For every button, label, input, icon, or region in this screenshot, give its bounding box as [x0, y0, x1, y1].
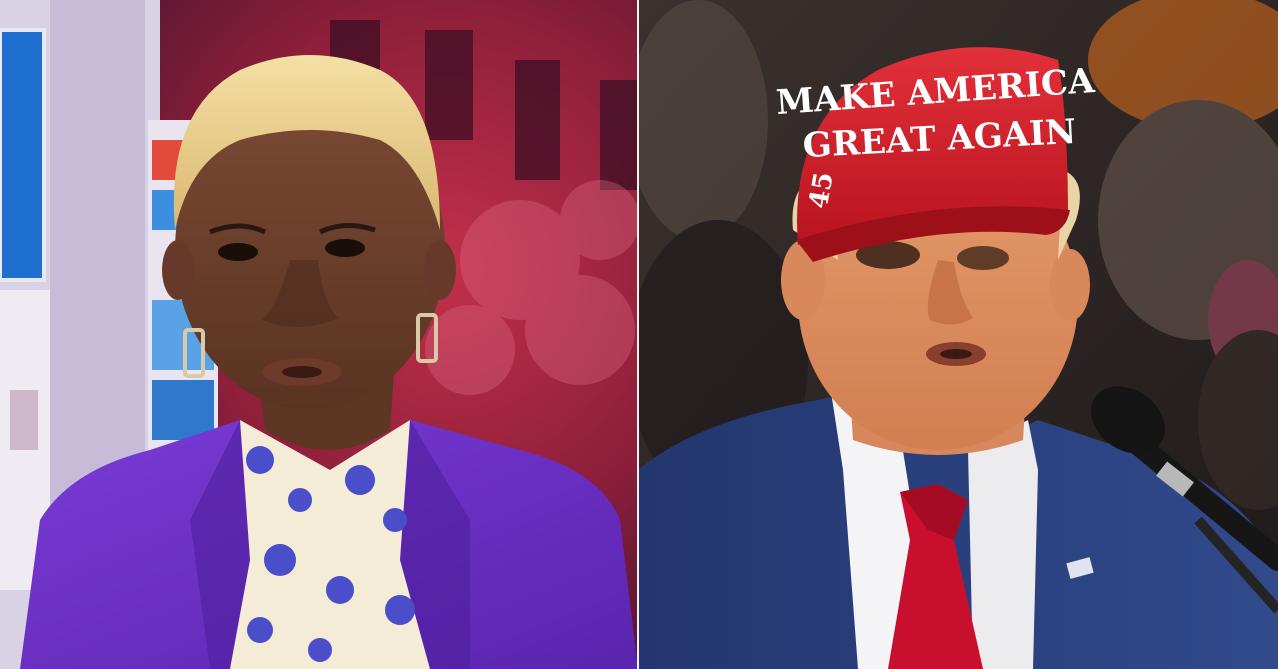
speaker-scene: 45 MAKE AMERICA GREAT AGAIN — [638, 0, 1278, 669]
red-cap: 45 MAKE AMERICA GREAT AGAIN — [775, 47, 1096, 262]
anchor-scene — [0, 0, 638, 669]
studio-monitor — [0, 30, 44, 280]
split-screen-image: 45 MAKE AMERICA GREAT AGAIN — [0, 0, 1278, 669]
panel-divider — [637, 0, 639, 669]
eye-right — [957, 246, 1009, 270]
eye-left — [218, 243, 258, 261]
svg-text:45: 45 — [804, 170, 840, 211]
white-shirt-right — [968, 420, 1038, 669]
left-panel-anchor — [0, 0, 638, 669]
right-panel-speaker: 45 MAKE AMERICA GREAT AGAIN — [638, 0, 1278, 669]
eye-right — [325, 239, 365, 257]
